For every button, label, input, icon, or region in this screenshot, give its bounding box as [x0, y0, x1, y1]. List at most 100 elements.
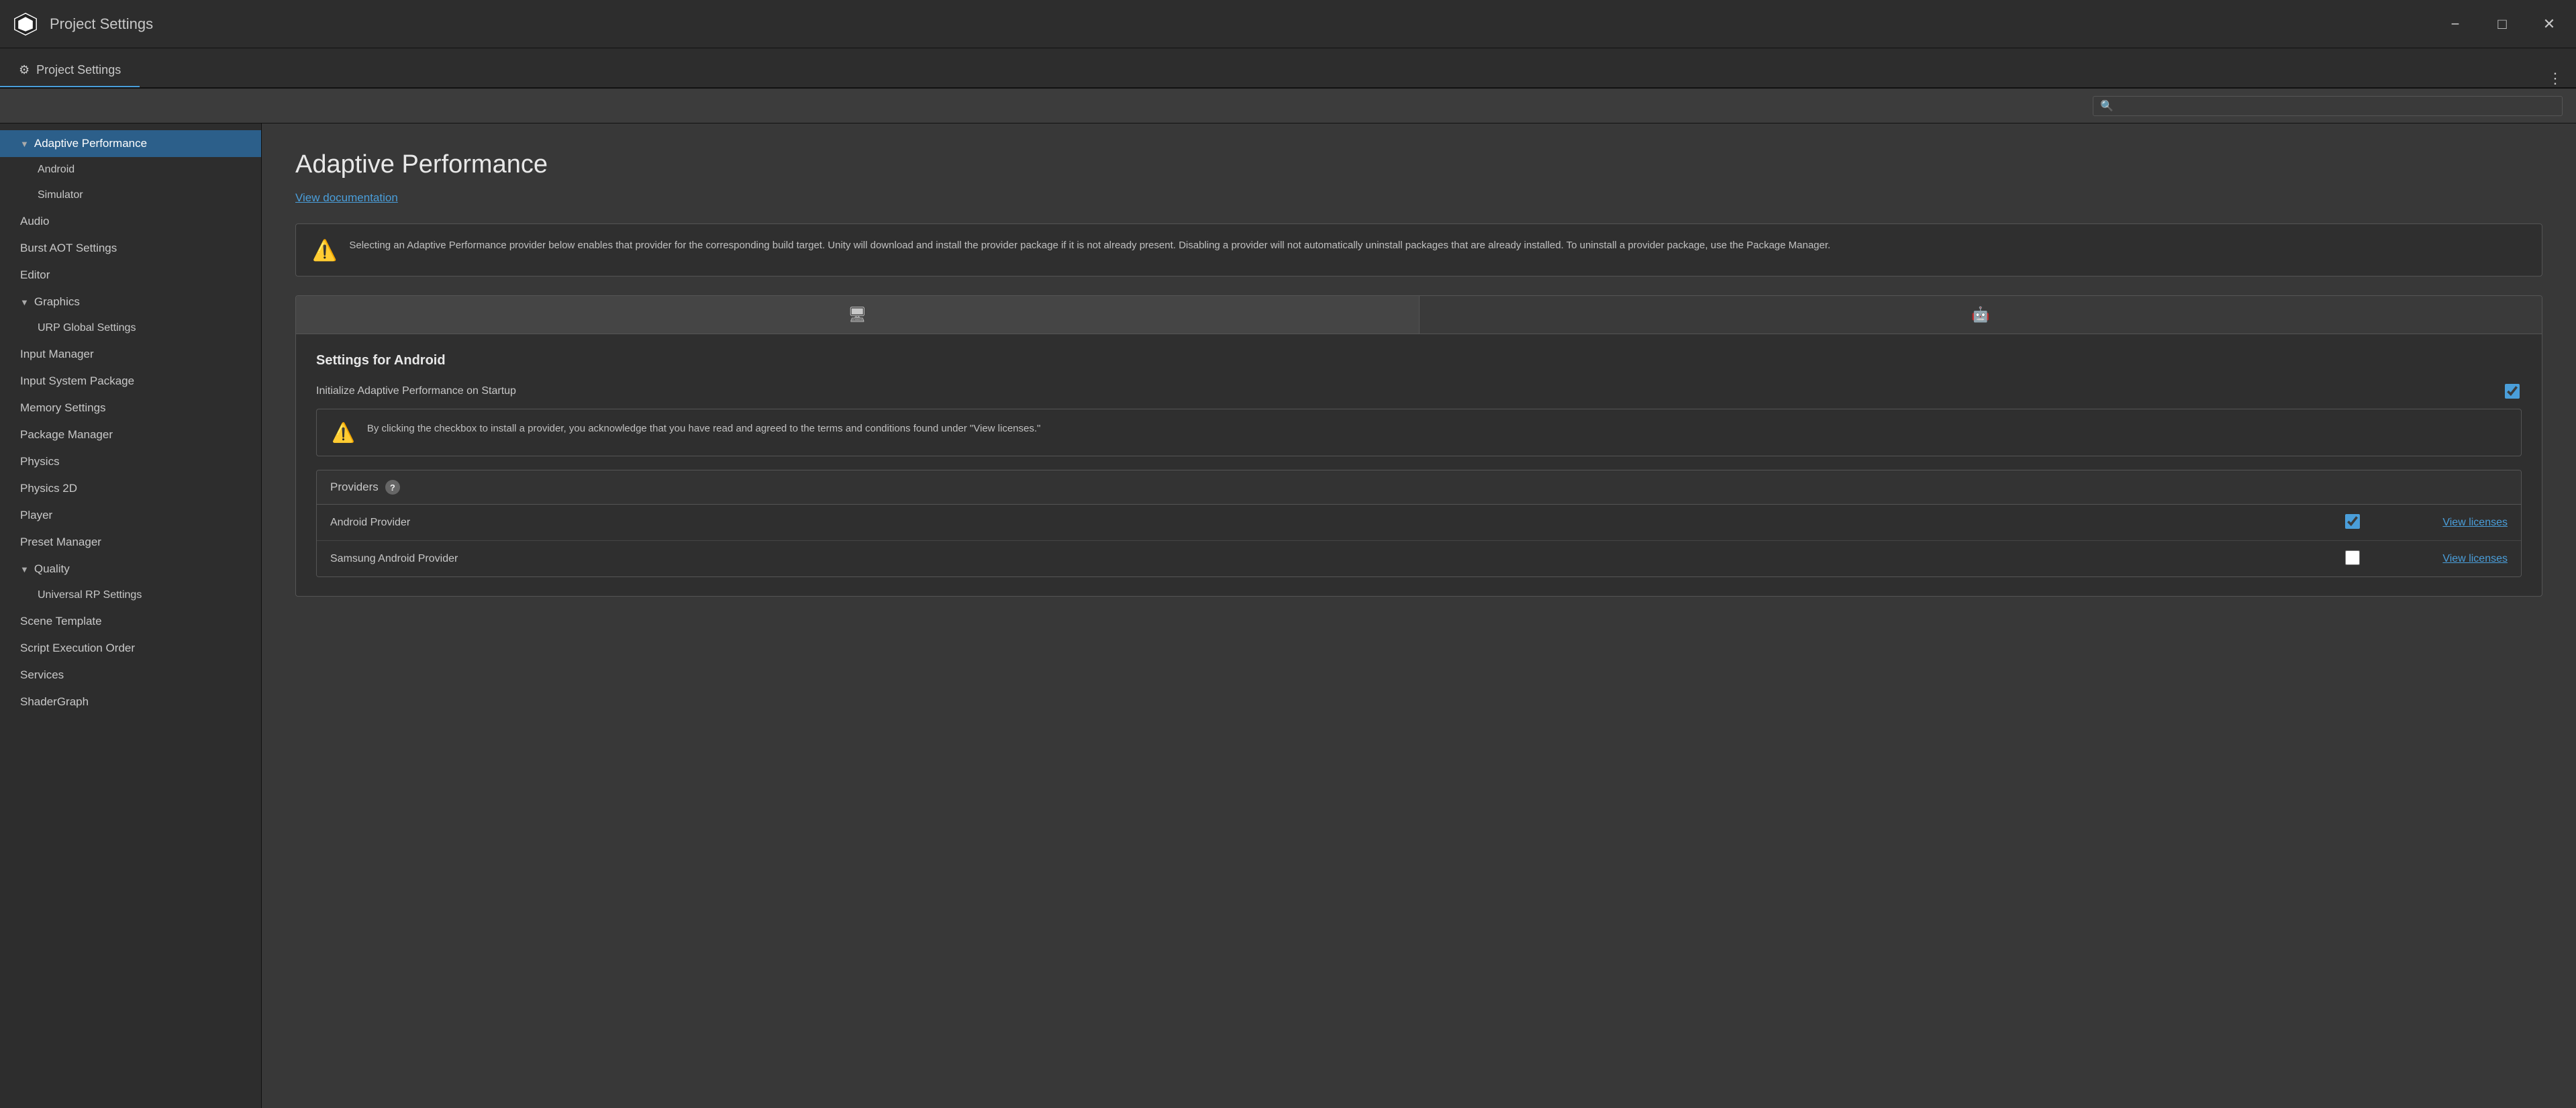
tab-project-settings[interactable]: ⚙ Project Settings — [0, 54, 140, 87]
providers-label: Providers — [330, 481, 379, 494]
providers-header: Providers ? — [317, 470, 2521, 505]
sidebar-item-label: Audio — [20, 215, 49, 228]
sidebar-item-label: Simulator — [38, 189, 83, 201]
unity-logo-icon — [13, 12, 38, 36]
tab-bar: ⚙ Project Settings ⋮ — [0, 48, 2576, 89]
samsung-provider-checkbox[interactable] — [2345, 550, 2360, 565]
sidebar-item-audio[interactable]: Audio — [0, 208, 261, 235]
warning-icon: ⚠️ — [332, 421, 355, 444]
platform-tab-header: 🖥 🤖 — [296, 296, 2542, 334]
platform-content: Settings for Android Initialize Adaptive… — [296, 334, 2542, 596]
sidebar-item-adaptive-performance[interactable]: ▼ Adaptive Performance — [0, 130, 261, 157]
sidebar-item-label: Memory Settings — [20, 401, 106, 415]
sidebar-item-label: Input System Package — [20, 374, 134, 388]
warning-text: By clicking the checkbox to install a pr… — [367, 421, 1040, 437]
tab-android[interactable]: 🤖 — [1420, 296, 2542, 334]
sidebar-item-script-execution[interactable]: Script Execution Order — [0, 635, 261, 662]
sidebar-item-label: Quality — [34, 562, 70, 576]
help-icon[interactable]: ? — [385, 480, 400, 495]
sidebar-item-graphics[interactable]: ▼ Graphics — [0, 289, 261, 315]
content-area: Adaptive Performance View documentation … — [262, 123, 2576, 1108]
samsung-provider-checkbox-wrap[interactable] — [2345, 550, 2360, 567]
sidebar-item-label: ShaderGraph — [20, 695, 89, 709]
title-bar-controls: − □ ✕ — [2442, 11, 2563, 38]
search-input[interactable] — [2118, 100, 2555, 111]
sidebar-item-package-manager[interactable]: Package Manager — [0, 421, 261, 448]
sidebar-item-preset-manager[interactable]: Preset Manager — [0, 529, 261, 556]
sidebar-item-label: Universal RP Settings — [38, 589, 142, 601]
desktop-icon: 🖥 — [848, 306, 866, 323]
sidebar-item-shadergraph[interactable]: ShaderGraph — [0, 689, 261, 715]
sidebar-item-label: Preset Manager — [20, 536, 101, 549]
tab-menu-button[interactable]: ⋮ — [2534, 70, 2576, 87]
search-input-wrap[interactable]: 🔍 — [2093, 96, 2563, 116]
sidebar-item-label: Services — [20, 668, 64, 682]
sidebar: ▼ Adaptive Performance Android Simulator Aud… — [0, 123, 262, 1108]
sidebar-item-scene-template[interactable]: Scene Template — [0, 608, 261, 635]
sidebar-item-services[interactable]: Services — [0, 662, 261, 689]
sidebar-item-label: Script Execution Order — [20, 642, 135, 655]
sidebar-item-input-system[interactable]: Input System Package — [0, 368, 261, 395]
sidebar-item-label: Android — [38, 164, 75, 176]
android-provider-name: Android Provider — [330, 517, 2345, 529]
sidebar-item-universal-rp[interactable]: Universal RP Settings — [0, 583, 261, 608]
view-documentation-link[interactable]: View documentation — [295, 191, 398, 205]
providers-section: Providers ? Android Provider View licens… — [316, 470, 2522, 577]
sidebar-item-memory-settings[interactable]: Memory Settings — [0, 395, 261, 421]
platform-tabs: 🖥 🤖 Settings for Android Initialize Adap… — [295, 295, 2542, 597]
info-text: Selecting an Adaptive Performance provid… — [349, 238, 1830, 254]
sidebar-item-physics-2d[interactable]: Physics 2D — [0, 475, 261, 502]
search-bar: 🔍 — [0, 89, 2576, 123]
sidebar-item-label: Physics 2D — [20, 482, 77, 495]
android-provider-checkbox[interactable] — [2345, 514, 2360, 529]
sidebar-item-label: Graphics — [34, 295, 80, 309]
page-title: Adaptive Performance — [295, 150, 2542, 179]
provider-row-samsung: Samsung Android Provider View licenses — [317, 541, 2521, 576]
minimize-button[interactable]: − — [2442, 11, 2469, 38]
sidebar-item-burst-aot[interactable]: Burst AOT Settings — [0, 235, 261, 262]
sidebar-item-quality[interactable]: ▼ Quality — [0, 556, 261, 583]
android-provider-checkbox-wrap[interactable] — [2345, 514, 2360, 531]
init-label: Initialize Adaptive Performance on Start… — [316, 385, 2491, 397]
init-checkbox[interactable] — [2505, 384, 2520, 399]
sidebar-item-label: URP Global Settings — [38, 322, 136, 334]
title-bar-left: Project Settings — [13, 12, 153, 36]
info-icon: ⚠️ — [312, 239, 337, 262]
sidebar-item-physics[interactable]: Physics — [0, 448, 261, 475]
main-layout: ▼ Adaptive Performance Android Simulator Aud… — [0, 123, 2576, 1108]
sidebar-item-simulator[interactable]: Simulator — [0, 183, 261, 208]
search-icon: 🔍 — [2100, 99, 2114, 113]
arrow-icon: ▼ — [20, 564, 29, 574]
sidebar-item-player[interactable]: Player — [0, 502, 261, 529]
android-provider-view-licenses[interactable]: View licenses — [2400, 517, 2508, 529]
sidebar-item-label: Input Manager — [20, 348, 94, 361]
close-button[interactable]: ✕ — [2536, 11, 2563, 38]
sidebar-item-label: Player — [20, 509, 52, 522]
sidebar-item-label: Adaptive Performance — [34, 137, 147, 150]
sidebar-item-android[interactable]: Android — [0, 157, 261, 183]
gear-icon: ⚙ — [19, 63, 30, 77]
sidebar-item-label: Physics — [20, 455, 60, 468]
init-checkbox-wrap[interactable] — [2503, 382, 2522, 401]
provider-row-android: Android Provider View licenses — [317, 505, 2521, 541]
sidebar-item-label: Editor — [20, 268, 50, 282]
android-icon: 🤖 — [1971, 306, 1989, 323]
sidebar-item-label: Scene Template — [20, 615, 102, 628]
maximize-button[interactable]: □ — [2489, 11, 2516, 38]
arrow-icon: ▼ — [20, 139, 29, 149]
sidebar-item-input-manager[interactable]: Input Manager — [0, 341, 261, 368]
tab-label: Project Settings — [36, 63, 121, 77]
tab-desktop[interactable]: 🖥 — [296, 296, 1420, 334]
sidebar-item-editor[interactable]: Editor — [0, 262, 261, 289]
sidebar-item-urp-global[interactable]: URP Global Settings — [0, 315, 261, 341]
samsung-provider-view-licenses[interactable]: View licenses — [2400, 553, 2508, 565]
arrow-icon: ▼ — [20, 297, 29, 307]
sidebar-item-label: Burst AOT Settings — [20, 242, 117, 255]
sidebar-item-label: Package Manager — [20, 428, 113, 442]
init-setting-row: Initialize Adaptive Performance on Start… — [316, 382, 2522, 401]
warning-box: ⚠️ By clicking the checkbox to install a… — [316, 409, 2522, 456]
info-box: ⚠️ Selecting an Adaptive Performance pro… — [295, 223, 2542, 276]
samsung-provider-name: Samsung Android Provider — [330, 553, 2345, 565]
window-title: Project Settings — [50, 15, 153, 33]
title-bar: Project Settings − □ ✕ — [0, 0, 2576, 48]
